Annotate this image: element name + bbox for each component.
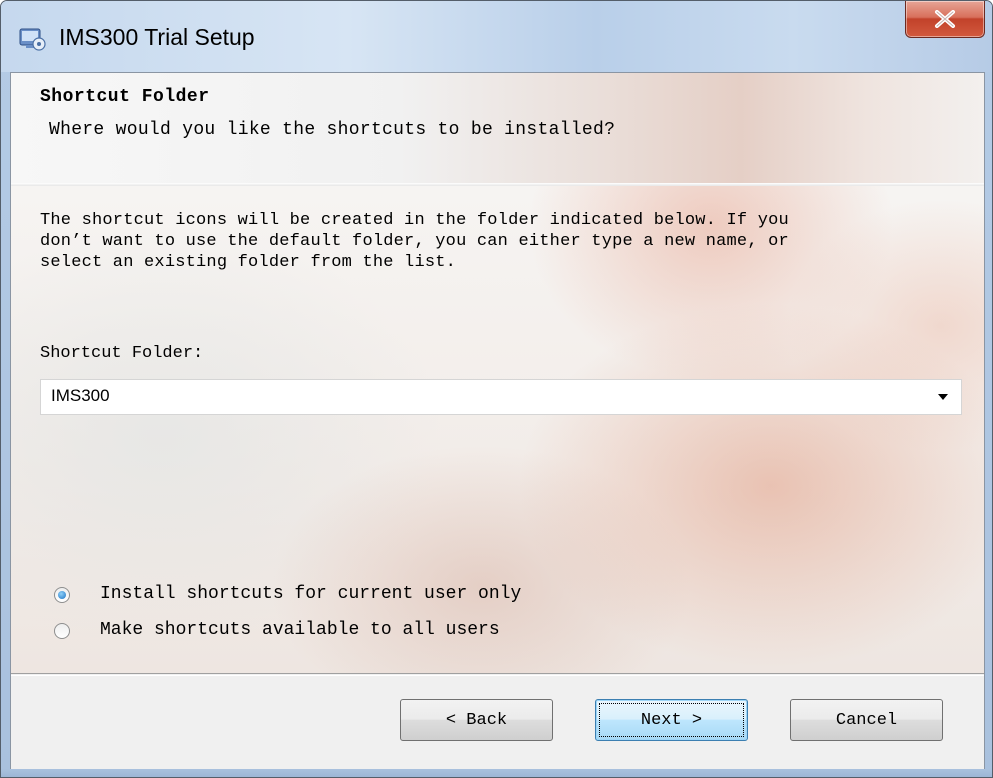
radio-label: Make shortcuts available to all users [100,620,500,640]
radio-label: Install shortcuts for current user only [100,584,522,604]
radio-button-selected[interactable] [54,587,70,603]
wizard-client-area: Shortcut Folder Where would you like the… [10,72,985,771]
close-icon [935,10,955,28]
wizard-header: Shortcut Folder Where would you like the… [11,73,984,183]
wizard-body: The shortcut icons will be created in th… [11,186,984,673]
next-button-label: Next > [640,711,703,730]
installer-icon [19,28,46,51]
title-bar[interactable]: IMS300 Trial Setup [1,1,992,72]
back-button-label: < Back [445,711,508,730]
window-bottom-border [1,769,992,777]
page-title: Shortcut Folder [40,87,210,107]
window-title: IMS300 Trial Setup [59,24,255,50]
page-subtitle: Where would you like the shortcuts to be… [49,120,616,140]
cancel-button-label: Cancel [835,711,898,730]
cancel-button[interactable]: Cancel [790,699,943,741]
wizard-footer: < Back Next > Cancel [11,673,984,770]
shortcut-folder-label: Shortcut Folder: [40,344,204,363]
combobox-dropdown-button[interactable] [927,380,961,414]
back-button[interactable]: < Back [400,699,553,741]
description-text: The shortcut icons will be created in th… [40,211,789,272]
radio-button-unselected[interactable] [54,623,70,639]
shortcut-folder-value[interactable]: IMS300 [51,386,110,406]
shortcut-folder-combobox[interactable]: IMS300 [40,379,962,415]
chevron-down-icon [938,394,948,400]
close-button[interactable] [905,1,985,38]
setup-window: IMS300 Trial Setup Shortcut Folder Where… [0,0,993,778]
next-button[interactable]: Next > [595,699,748,741]
